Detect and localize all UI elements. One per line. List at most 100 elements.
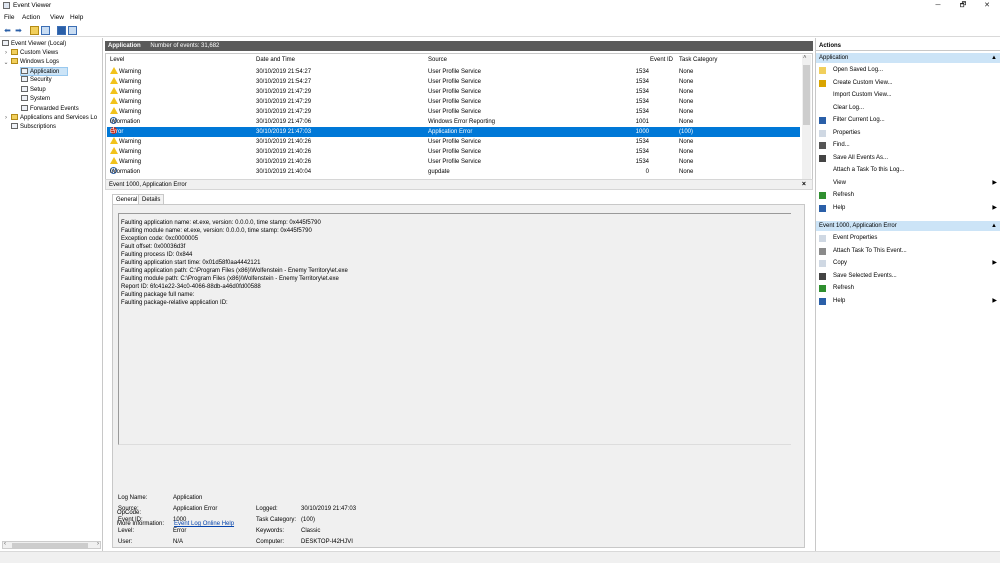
- menu-action[interactable]: Action: [22, 14, 40, 21]
- table-row[interactable]: Warning 30/10/2019 21:47:29 User Profile S…: [107, 97, 800, 107]
- submenu-arrow-icon: ▶: [992, 297, 997, 304]
- table-row[interactable]: Warning 30/10/2019 21:54:27 User Profile S…: [107, 77, 800, 87]
- close-button[interactable]: ✕: [974, 0, 1000, 12]
- window-title: Event Viewer: [13, 2, 52, 9]
- cell-task-category: None: [679, 169, 694, 175]
- description-line: Faulting package full name:: [121, 292, 195, 298]
- action-item[interactable]: Create Custom View...: [816, 78, 1000, 88]
- table-row[interactable]: Warning 30/10/2019 21:40:26 User Profile S…: [107, 137, 800, 147]
- action-item[interactable]: Attach Task To This Event...: [816, 246, 1000, 256]
- tree-root[interactable]: Event Viewer (Local): [2, 40, 66, 49]
- action-item[interactable]: Clear Log...: [816, 103, 1000, 113]
- collapse-chevron-icon[interactable]: ⌄: [3, 59, 9, 66]
- event-log-online-help-link[interactable]: Event Log Online Help: [174, 521, 234, 527]
- column-event-id[interactable]: Event ID: [650, 57, 673, 63]
- show-hide-tree-icon[interactable]: [41, 26, 50, 35]
- scroll-left-icon[interactable]: ‹: [4, 541, 6, 547]
- action-item[interactable]: Filter Current Log...: [816, 115, 1000, 125]
- log-pane-header: Application Number of events: 31,682: [105, 41, 813, 51]
- tree-custom-views[interactable]: Custom Views: [11, 49, 58, 58]
- action-item[interactable]: Copy ▶: [816, 258, 1000, 268]
- scroll-up-icon[interactable]: ˄: [803, 55, 807, 61]
- tree-windows-logs[interactable]: Windows Logs: [11, 58, 59, 67]
- menu-help[interactable]: Help: [70, 14, 83, 21]
- tree-log-application[interactable]: Application: [20, 67, 68, 76]
- scroll-thumb[interactable]: [803, 65, 810, 125]
- tree-horizontal-scrollbar[interactable]: ‹ ›: [2, 541, 101, 549]
- events-vertical-scrollbar[interactable]: ˄: [802, 55, 811, 186]
- tree-log-forwarded-events[interactable]: Forwarded Events: [21, 105, 79, 114]
- tree-log-security[interactable]: Security: [21, 76, 52, 85]
- help-icon[interactable]: [57, 26, 66, 35]
- cell-source: User Profile Service: [428, 149, 482, 155]
- collapse-up-icon[interactable]: ▲: [991, 221, 997, 231]
- cell-event-id: 1534: [635, 79, 649, 85]
- table-row[interactable]: Warning 30/10/2019 21:40:26 User Profile S…: [107, 147, 800, 157]
- table-row[interactable]: i Information 30/10/2019 21:47:06 Windows …: [107, 117, 800, 127]
- actions-section-event[interactable]: Event 1000, Application Error ▲: [816, 221, 1000, 231]
- refresh-icon: [819, 192, 826, 199]
- tab-general[interactable]: General: [112, 194, 142, 204]
- event-description-box[interactable]: Faulting application name: et.exe, versi…: [118, 213, 791, 445]
- collapse-up-icon[interactable]: ▲: [991, 53, 997, 63]
- cell-date: 30/10/2019 21:54:27: [256, 69, 312, 75]
- cell-level: Warning: [110, 157, 141, 167]
- action-item[interactable]: Open Saved Log...: [816, 65, 1000, 75]
- action-item[interactable]: Refresh: [816, 190, 1000, 200]
- action-item[interactable]: Import Custom View...: [816, 90, 1000, 100]
- column-level[interactable]: Level: [110, 57, 124, 63]
- cell-level: Warning: [110, 147, 141, 157]
- tree-log-setup[interactable]: Setup: [21, 86, 46, 95]
- back-arrow-icon[interactable]: ⬅: [3, 26, 12, 35]
- log-icon: [21, 68, 28, 74]
- tree-apps-services[interactable]: Applications and Services Lo: [11, 114, 97, 123]
- forward-arrow-icon[interactable]: ➡: [14, 26, 23, 35]
- scroll-thumb[interactable]: [12, 543, 88, 548]
- table-row[interactable]: Warning 30/10/2019 21:40:26 User Profile S…: [107, 157, 800, 167]
- close-detail-icon[interactable]: ×: [802, 180, 806, 190]
- cell-task-category: None: [679, 79, 694, 85]
- prop-log-name: Application: [173, 495, 203, 501]
- actions-section-application[interactable]: Application ▲: [816, 53, 1000, 63]
- warning-icon: [110, 77, 118, 84]
- action-item[interactable]: View ▶: [816, 178, 1000, 188]
- action-item[interactable]: Event Properties: [816, 233, 1000, 243]
- action-item[interactable]: Help ▶: [816, 296, 1000, 306]
- folder-up-icon[interactable]: [30, 26, 39, 35]
- prop-label: Level:: [118, 528, 135, 534]
- column-date[interactable]: Date and Time: [256, 57, 295, 63]
- description-line: Faulting application name: et.exe, versi…: [121, 220, 321, 226]
- table-row[interactable]: Warning 30/10/2019 21:54:27 User Profile S…: [107, 67, 800, 77]
- table-row[interactable]: ! Error 30/10/2019 21:47:03 Application Er…: [107, 127, 800, 137]
- show-action-pane-icon[interactable]: [68, 26, 77, 35]
- column-source[interactable]: Source: [428, 57, 447, 63]
- computer-icon: [2, 40, 9, 46]
- tree-log-system[interactable]: System: [21, 95, 50, 104]
- table-row[interactable]: i Information 30/10/2019 21:40:04 gupdate 0…: [107, 167, 800, 177]
- action-item[interactable]: Attach a Task To this Log...: [816, 165, 1000, 175]
- menu-view[interactable]: View: [50, 14, 64, 21]
- table-row[interactable]: Warning 30/10/2019 21:47:29 User Profile S…: [107, 87, 800, 97]
- warning-icon: [110, 87, 118, 94]
- tree-subscriptions[interactable]: Subscriptions: [11, 123, 56, 132]
- expand-chevron-icon[interactable]: ›: [3, 115, 9, 121]
- tab-details[interactable]: Details: [138, 194, 165, 204]
- action-item[interactable]: Properties: [816, 128, 1000, 138]
- action-item[interactable]: Refresh: [816, 283, 1000, 293]
- funnel-icon: [819, 79, 826, 87]
- scroll-right-icon[interactable]: ›: [97, 541, 99, 547]
- prop-label: Keywords:: [256, 528, 285, 534]
- expand-chevron-icon[interactable]: ›: [3, 50, 9, 56]
- action-item[interactable]: Save Selected Events...: [816, 271, 1000, 281]
- maximize-button[interactable]: 🗗: [950, 0, 976, 12]
- menu-file[interactable]: File: [4, 14, 14, 21]
- action-item[interactable]: Find...: [816, 140, 1000, 150]
- table-row[interactable]: Warning 30/10/2019 21:47:29 User Profile S…: [107, 107, 800, 117]
- column-task-category[interactable]: Task Category: [679, 57, 717, 63]
- action-item[interactable]: Help ▶: [816, 203, 1000, 213]
- event-detail-header: Event 1000, Application Error ×: [105, 179, 813, 190]
- action-item[interactable]: Save All Events As...: [816, 153, 1000, 163]
- prop-task-category: (100): [301, 517, 316, 523]
- cell-date: 30/10/2019 21:40:26: [256, 159, 312, 165]
- minimize-button[interactable]: ─: [925, 0, 951, 12]
